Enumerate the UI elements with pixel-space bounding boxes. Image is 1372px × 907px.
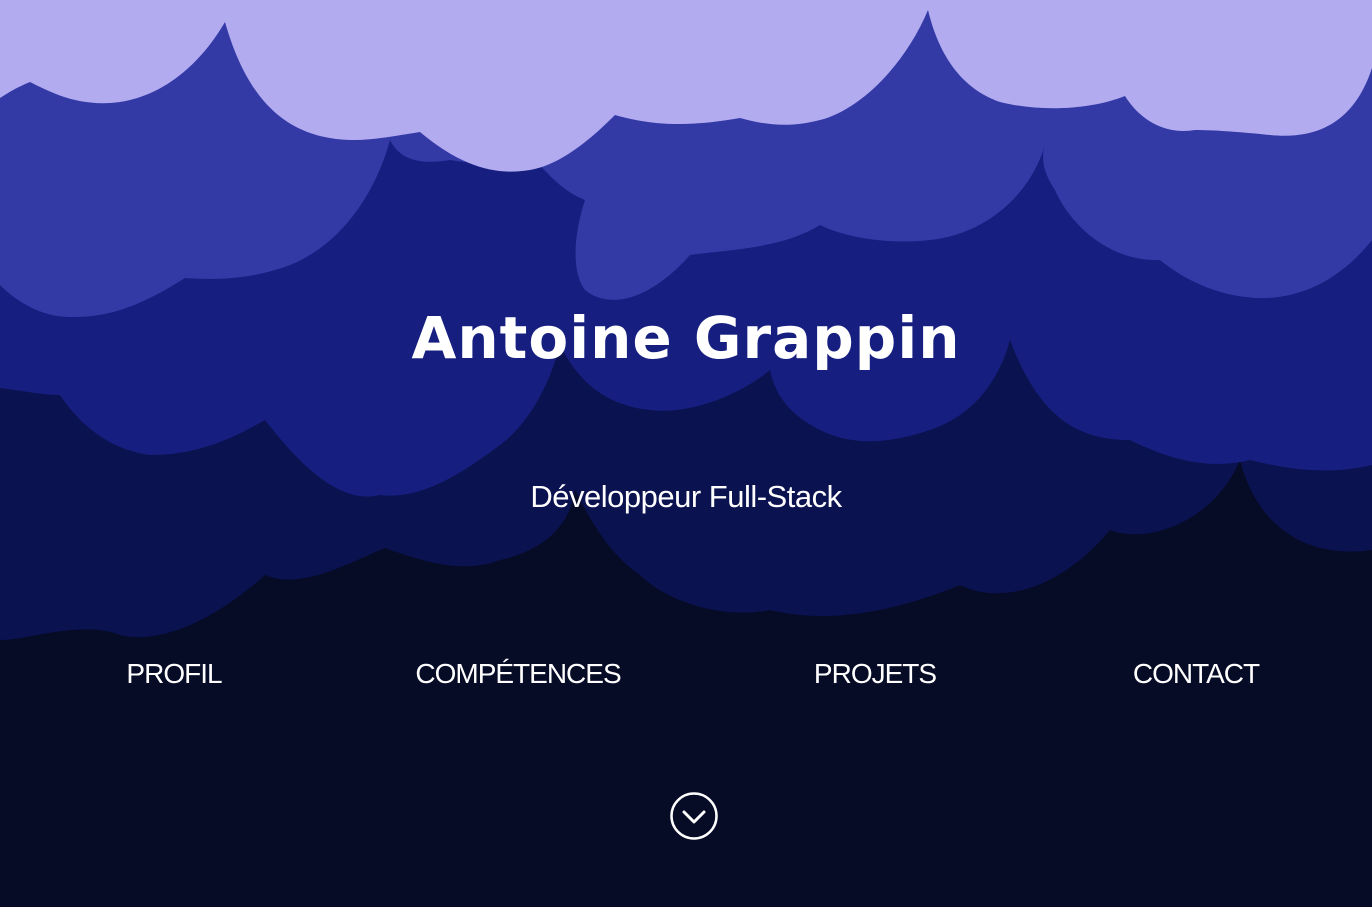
hero-name: Antoine Grappin (411, 304, 961, 372)
nav-link-profil[interactable]: PROFIL (126, 654, 222, 694)
nav-link-competences[interactable]: COMPÉTENCES (415, 654, 621, 694)
nav-link-contact[interactable]: CONTACT (1133, 654, 1260, 694)
hero-section: Antoine Grappin Développeur Full-Stack P… (0, 0, 1372, 907)
cloud-background (0, 0, 1372, 907)
nav-link-projets[interactable]: PROJETS (814, 654, 937, 694)
scroll-down-button[interactable] (670, 792, 718, 840)
hero-subtitle: Développeur Full-Stack (530, 479, 842, 514)
chevron-down-icon (670, 792, 718, 840)
main-nav: PROFIL COMPÉTENCES PROJETS CONTACT (0, 654, 1372, 694)
